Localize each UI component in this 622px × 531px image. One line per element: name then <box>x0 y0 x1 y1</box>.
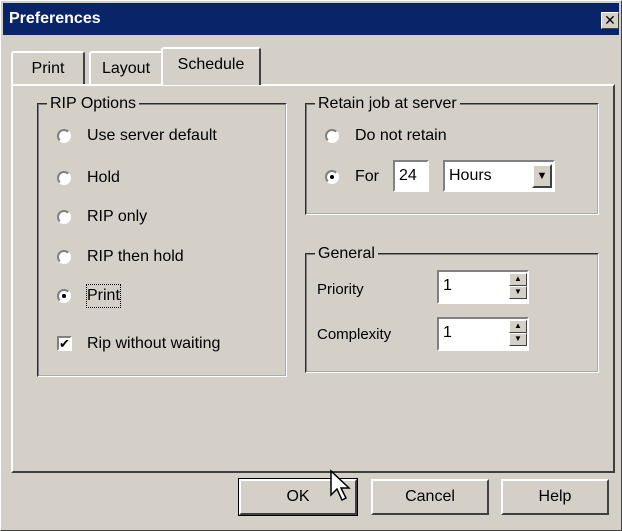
cancel-button[interactable]: Cancel <box>371 479 489 515</box>
tab-print-label: Print <box>31 60 65 77</box>
retain-hours-input[interactable]: 24 <box>393 160 429 192</box>
spin-up-icon[interactable]: ▲ <box>509 273 527 286</box>
schedule-panel: RIP Options Use server default Hold RIP … <box>11 84 615 473</box>
priority-spinner: ▲ ▼ <box>509 273 527 299</box>
radio-icon <box>57 129 71 143</box>
radio-label: Hold <box>87 169 120 186</box>
radio-selected-icon <box>57 289 71 303</box>
radio-label: For <box>355 168 379 185</box>
tab-layout[interactable]: Layout <box>89 51 163 85</box>
retain-job-group: Retain job at server Do not retain For 2… <box>305 94 599 215</box>
retain-unit-select[interactable]: Hours ▼ <box>443 160 555 192</box>
radio-icon <box>57 171 71 185</box>
radio-icon <box>57 210 71 224</box>
spin-down-icon[interactable]: ▼ <box>509 286 527 299</box>
preferences-dialog: Preferences ✕ Print Layout Schedule RIP … <box>0 0 622 531</box>
radio-label: RIP only <box>87 208 148 225</box>
help-button[interactable]: Help <box>501 479 609 515</box>
radio-icon <box>57 250 71 264</box>
window-title: Preferences <box>9 10 101 27</box>
radio-label: Use server default <box>87 127 217 144</box>
radio-label: RIP then hold <box>87 248 184 265</box>
title-bar: Preferences ✕ <box>3 3 619 35</box>
retain-unit-value: Hours <box>449 167 492 184</box>
general-group: General Priority 1 ▲ ▼ Complexity 1 ▲ ▼ <box>305 244 599 373</box>
mouse-pointer-icon <box>330 469 351 502</box>
radio-selected-icon <box>325 170 339 184</box>
tab-schedule-label: Schedule <box>177 56 245 73</box>
rip-options-legend: RIP Options <box>47 94 139 114</box>
tab-print[interactable]: Print <box>11 51 85 85</box>
rip-options-group: RIP Options Use server default Hold RIP … <box>37 94 287 377</box>
checkbox-label: Rip without waiting <box>87 335 221 352</box>
retain-job-legend: Retain job at server <box>315 94 460 114</box>
spin-up-icon[interactable]: ▲ <box>509 320 527 333</box>
radio-icon <box>325 129 339 143</box>
complexity-spinner: ▲ ▼ <box>509 320 527 346</box>
radio-label: Print <box>86 284 121 308</box>
priority-value: 1 <box>443 277 452 294</box>
tab-layout-label: Layout <box>101 60 151 77</box>
checkmark-icon: ✔ <box>57 336 72 351</box>
spin-down-icon[interactable]: ▼ <box>509 333 527 346</box>
general-legend: General <box>315 244 378 264</box>
chevron-down-icon[interactable]: ▼ <box>532 164 552 188</box>
tab-schedule[interactable]: Schedule <box>161 47 261 85</box>
priority-label: Priority <box>317 281 364 298</box>
close-icon[interactable]: ✕ <box>601 12 619 29</box>
complexity-input[interactable]: 1 ▲ ▼ <box>437 317 529 351</box>
radio-label: Do not retain <box>355 127 447 144</box>
complexity-value: 1 <box>443 324 452 341</box>
complexity-label: Complexity <box>317 326 392 343</box>
priority-input[interactable]: 1 ▲ ▼ <box>437 270 529 304</box>
